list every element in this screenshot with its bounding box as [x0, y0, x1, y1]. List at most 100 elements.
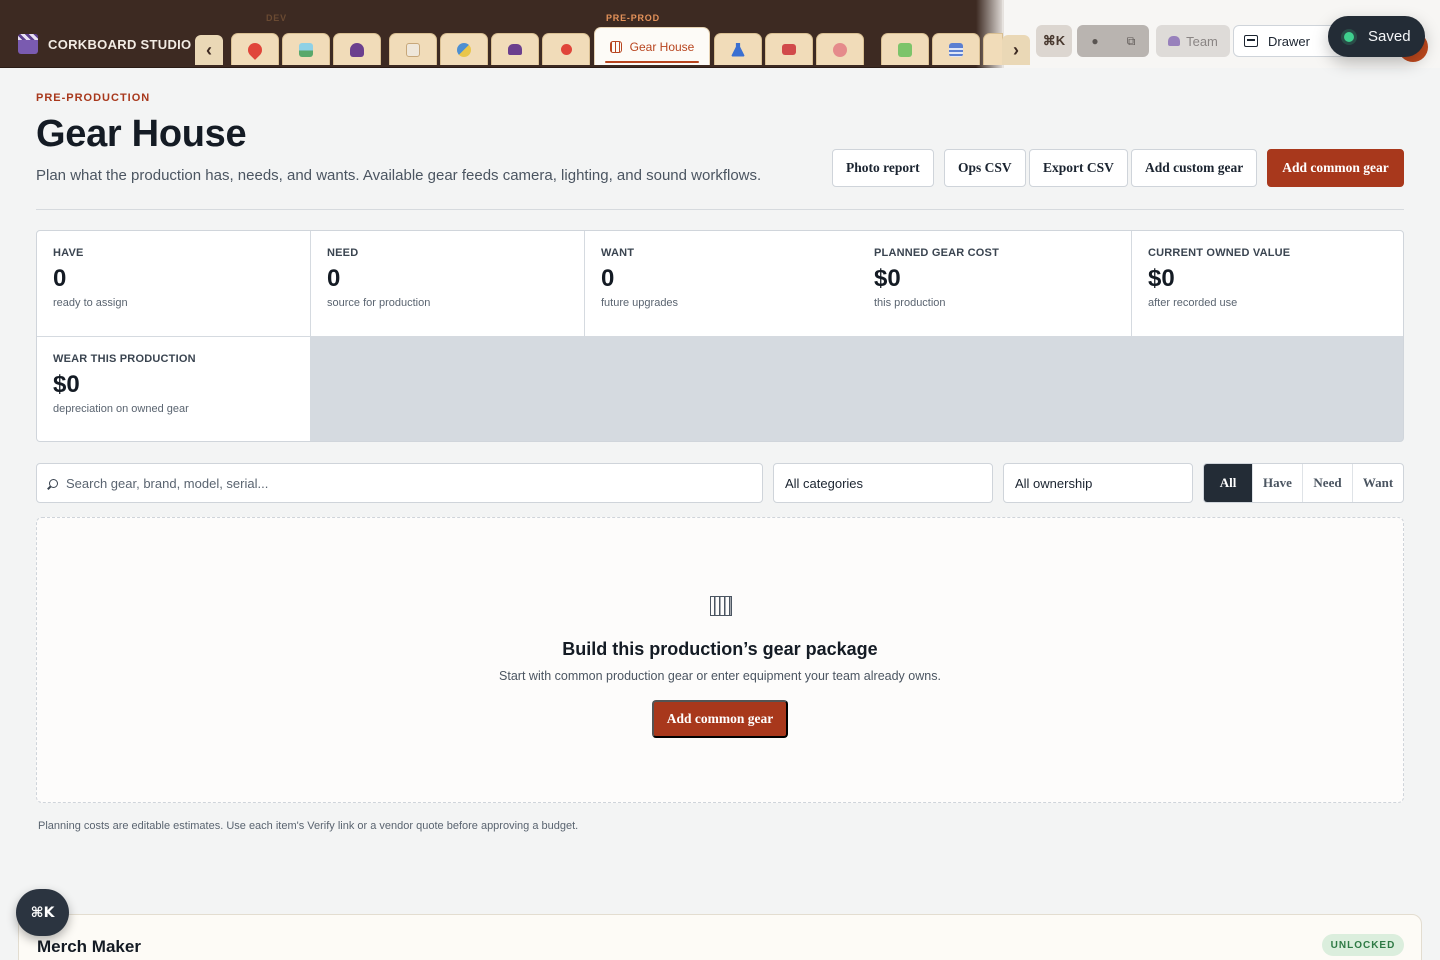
tab-overflow[interactable] [983, 33, 1003, 65]
tab-pinboard[interactable] [231, 33, 279, 65]
search-box[interactable] [36, 463, 763, 503]
status-segmented-control: All Have Need Want [1203, 463, 1404, 503]
stat-value: 0 [327, 265, 341, 292]
group-label-pre-prod: PRE-PROD [606, 13, 660, 23]
brand[interactable]: CORKBOARD STUDIO [18, 34, 191, 54]
top-bar: CORKBOARD STUDIO DEV PRE-PROD ‹ Gear Hou… [0, 0, 1440, 68]
stat-want: WANT 0 future upgrades [585, 231, 858, 336]
tab-characters[interactable] [333, 33, 381, 65]
stat-label: WEAR THIS PRODUCTION [53, 353, 196, 365]
palette-icon [833, 42, 847, 57]
toolbox-icon [782, 44, 796, 55]
empty-state: Build this production’s gear package Sta… [36, 517, 1404, 803]
ownership-select[interactable]: All ownership [1003, 463, 1193, 503]
stat-need: NEED 0 source for production [311, 231, 584, 336]
active-tab-indicator [605, 61, 699, 63]
gear-house-icon [609, 40, 622, 53]
add-common-gear-button[interactable]: Add common gear [1267, 149, 1404, 187]
add-custom-gear-button[interactable]: Add custom gear [1131, 149, 1258, 187]
stat-value: $0 [1148, 265, 1175, 292]
stat-value: $0 [53, 371, 80, 398]
stat-planned-gear-cost: PLANNED GEAR COST $0 this production [858, 231, 1131, 336]
stat-value: 0 [601, 265, 615, 292]
stat-label: CURRENT OWNED VALUE [1148, 247, 1291, 259]
tab-images[interactable] [282, 33, 330, 65]
team-label: Team [1186, 33, 1218, 49]
page-subtitle: Plan what the production has, needs, and… [36, 167, 762, 184]
stat-label: HAVE [53, 247, 84, 259]
stat-label: PLANNED GEAR COST [874, 247, 1000, 259]
team-icon [1168, 36, 1181, 46]
puzzle-icon [898, 42, 912, 57]
page-title: Gear House [36, 113, 247, 155]
ops-csv-button[interactable]: Ops CSV [944, 149, 1026, 187]
stat-value: 0 [53, 265, 67, 292]
merch-maker-card[interactable]: Merch Maker UNLOCKED [18, 914, 1422, 960]
header-divider [36, 209, 1404, 210]
view-toggle-group: ● ⧉ [1077, 25, 1149, 57]
drawer-label: Drawer [1268, 33, 1310, 49]
saved-toast: Saved [1328, 16, 1425, 57]
brand-name: CORKBOARD STUDIO [48, 36, 192, 52]
tab-locations[interactable] [542, 33, 590, 65]
stat-note: ready to assign [53, 297, 128, 309]
group-label-dev: DEV [266, 13, 287, 23]
stat-value: $0 [874, 265, 901, 292]
stat-wear-this-production: WEAR THIS PRODUCTION $0 depreciation on … [37, 337, 310, 441]
tab-schedule[interactable] [932, 33, 980, 65]
empty-state-title: Build this production’s gear package [562, 639, 878, 659]
command-palette-button[interactable]: ⌘K [1036, 25, 1072, 57]
image-icon [299, 42, 313, 57]
tab-props[interactable] [765, 33, 813, 65]
planning-footnote: Planning costs are editable estimates. U… [38, 820, 579, 832]
empty-add-common-gear-button[interactable]: Add common gear [652, 700, 788, 738]
status-dot-icon [1344, 31, 1354, 42]
search-icon [49, 478, 58, 488]
export-csv-button[interactable]: Export CSV [1029, 149, 1128, 187]
people-icon [508, 44, 522, 55]
team-button[interactable]: Team [1156, 25, 1230, 57]
stat-label: WANT [601, 247, 635, 259]
stat-current-owned-value: CURRENT OWNED VALUE $0 after recorded us… [1132, 231, 1403, 336]
search-input[interactable] [66, 475, 726, 491]
stat-note: depreciation on owned gear [53, 403, 189, 415]
pin-icon [245, 39, 265, 60]
section-eyebrow: PRE-PRODUCTION [36, 92, 151, 104]
microphone-icon[interactable]: ● [1077, 25, 1113, 57]
tabs-scroll-left-button[interactable]: ‹ [195, 35, 223, 65]
calendar-icon [949, 42, 963, 57]
saved-toast-text: Saved [1368, 28, 1411, 45]
clapperboard-icon [18, 34, 38, 54]
clipboard-icon [406, 42, 420, 57]
person-icon [350, 42, 364, 57]
photo-report-button[interactable]: Photo report [832, 149, 934, 187]
tabs-scroll-right-button[interactable]: › [1002, 35, 1030, 65]
tab-extras[interactable] [881, 33, 929, 65]
tab-wardrobe[interactable] [714, 33, 762, 65]
stat-note: future upgrades [601, 297, 679, 309]
stats-grid: HAVE 0 ready to assign NEED 0 source for… [36, 230, 1404, 442]
segment-have[interactable]: Have [1253, 464, 1303, 502]
windows-icon[interactable]: ⧉ [1113, 25, 1149, 57]
tab-script[interactable] [389, 33, 437, 65]
stat-have: HAVE 0 ready to assign [37, 231, 310, 336]
category-select[interactable]: All categories [773, 463, 993, 503]
stat-note: after recorded use [1148, 297, 1238, 309]
segment-want[interactable]: Want [1353, 464, 1403, 502]
merch-maker-title: Merch Maker [37, 937, 141, 956]
status-badge: UNLOCKED [1322, 934, 1404, 956]
empty-state-subtitle: Start with common production gear or ent… [499, 669, 941, 683]
segment-all[interactable]: All [1204, 464, 1253, 502]
gear-rack-icon [710, 596, 732, 616]
stat-note: this production [874, 297, 946, 309]
tab-gear-house[interactable]: Gear House [594, 27, 710, 65]
masks-icon [457, 42, 471, 57]
stat-label: NEED [327, 247, 359, 259]
dress-icon [731, 42, 745, 57]
command-palette-fab[interactable]: ⌘K [16, 889, 69, 936]
tab-roles[interactable] [440, 33, 488, 65]
tab-gear-house-label: Gear House [629, 39, 695, 54]
tab-art[interactable] [816, 33, 864, 65]
tab-cast[interactable] [491, 33, 539, 65]
segment-need[interactable]: Need [1303, 464, 1353, 502]
